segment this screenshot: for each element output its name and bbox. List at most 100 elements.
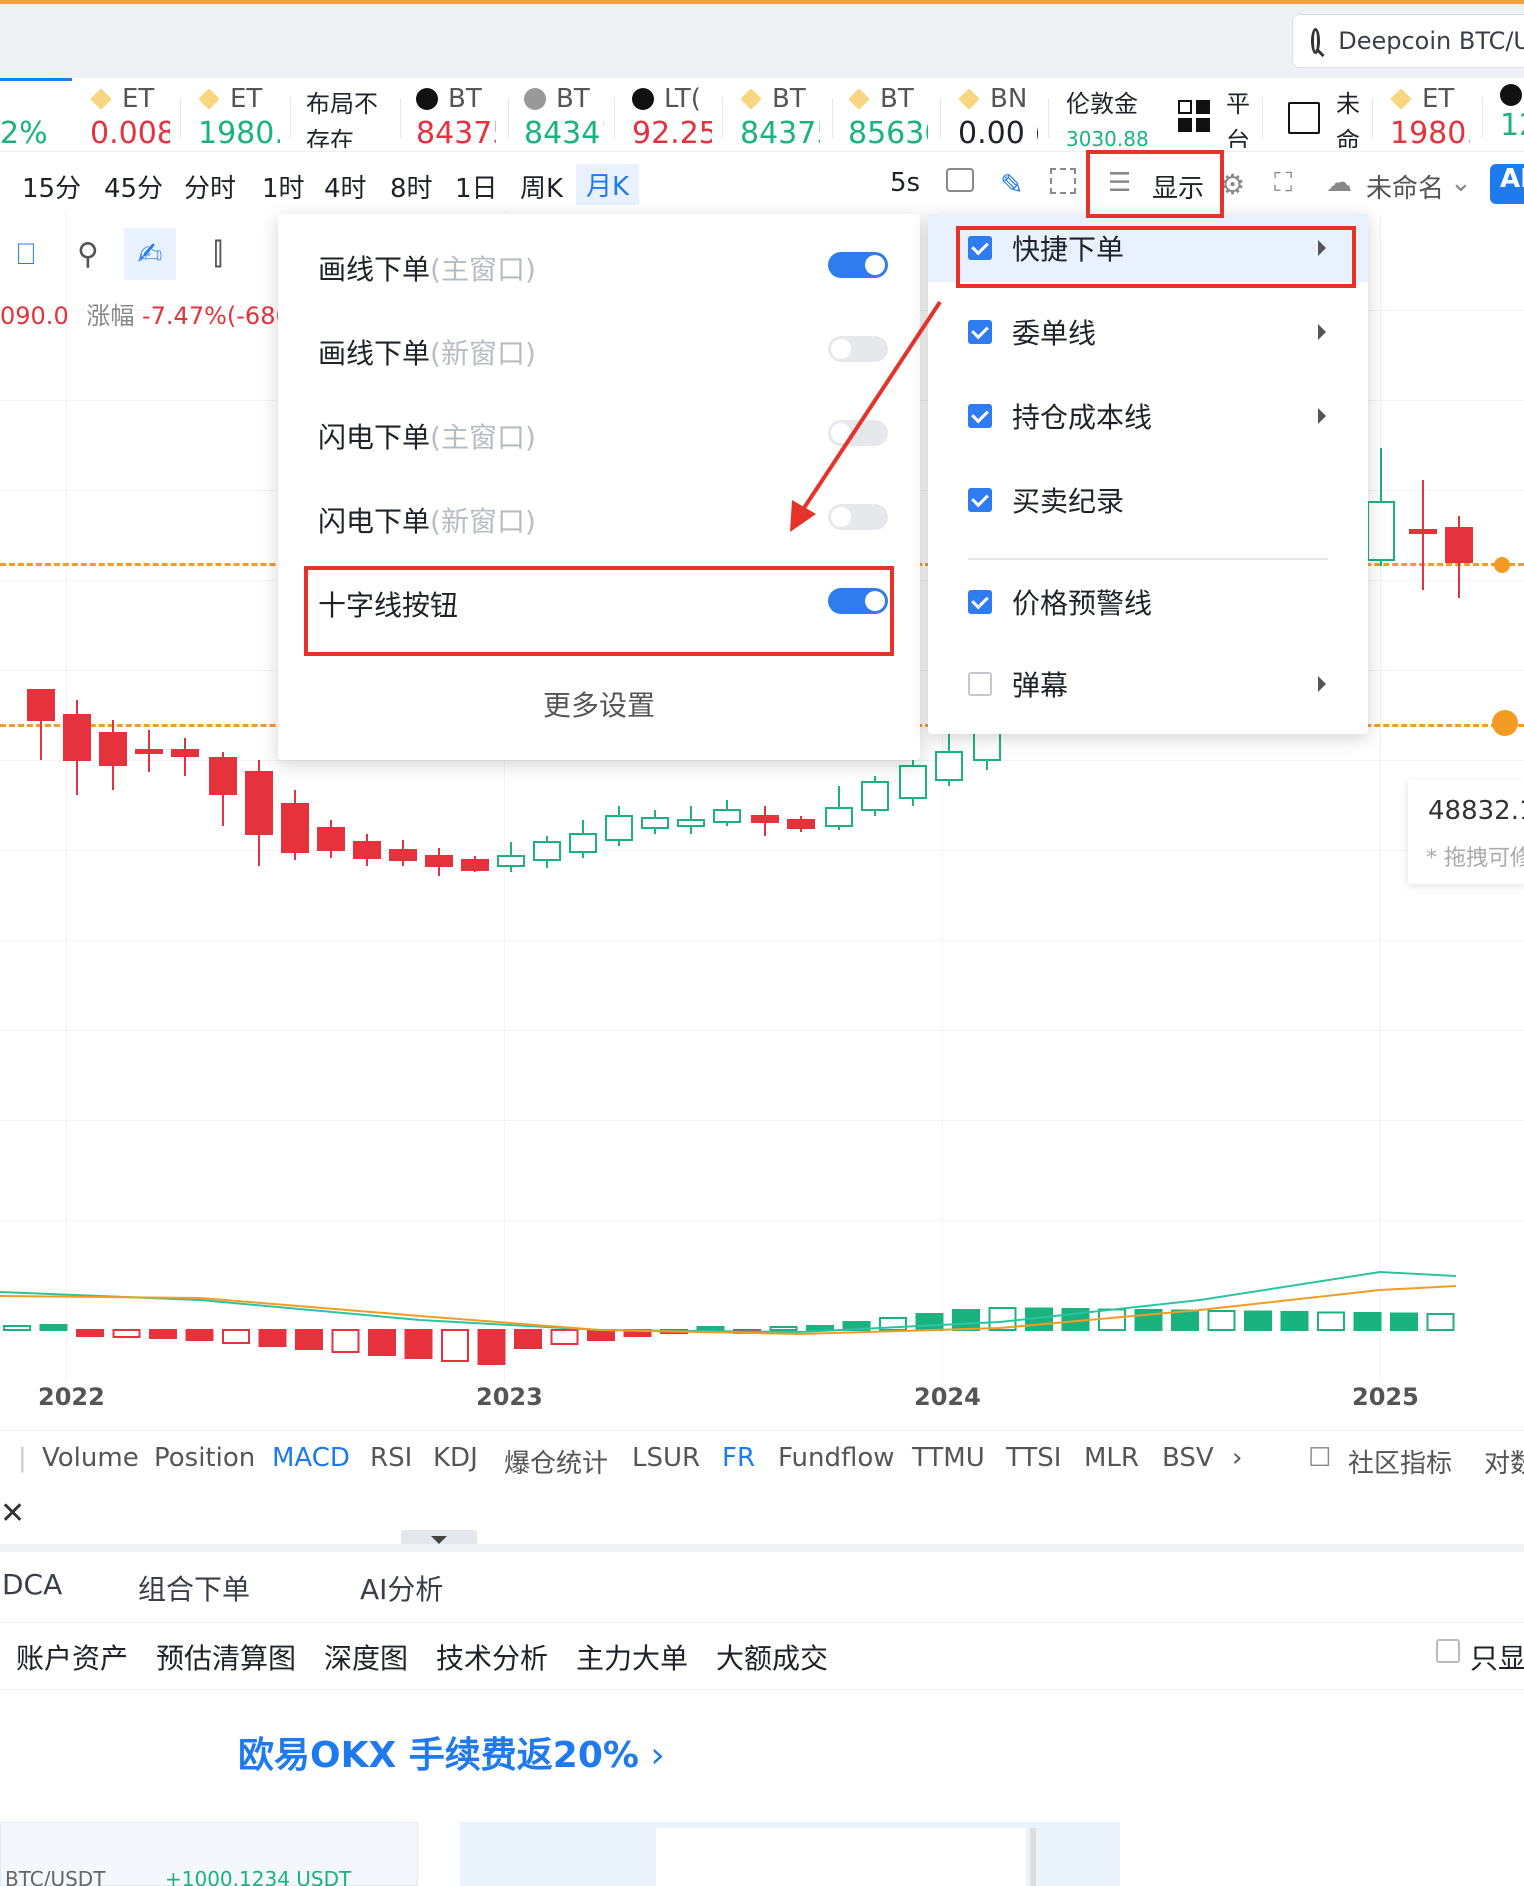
x-label: 2023 <box>476 1383 543 1411</box>
tab-liquidation-map[interactable]: 预估清算图 <box>156 1637 296 1677</box>
indicator-bsv[interactable]: BSV <box>1162 1443 1214 1473</box>
indicator-lsur[interactable]: LSUR <box>632 1443 700 1473</box>
candle-body <box>605 815 633 841</box>
indicator-macd[interactable]: MACD <box>272 1443 350 1473</box>
tab-large-trades[interactable]: 大额成交 <box>716 1637 828 1677</box>
x-label: 2022 <box>38 1383 105 1411</box>
display-item-price-alert[interactable]: 价格预警线 <box>928 568 1368 636</box>
macd-bar <box>1207 1310 1236 1331</box>
checkbox[interactable] <box>968 488 992 512</box>
macd-bar <box>3 1325 31 1331</box>
promo-banner[interactable]: 欧易OKX 手续费返20% › <box>238 1726 665 1778</box>
tab-combo-order[interactable]: 组合下单 <box>138 1568 250 1608</box>
display-item-trade-records[interactable]: 买卖纪录 <box>928 466 1368 534</box>
flash-order-new-toggle[interactable] <box>828 504 888 530</box>
tab-main-orders[interactable]: 主力大单 <box>576 1637 688 1677</box>
indicator-kdj[interactable]: KDJ <box>433 1443 478 1473</box>
candle-body <box>171 749 199 757</box>
flash-order-main-row[interactable]: 闪电下单(主窗口) <box>318 404 888 464</box>
candle-body <box>1409 529 1437 534</box>
draw-order-main-row[interactable]: 画线下单(主窗口) <box>318 236 888 296</box>
trade-card[interactable]: BTC/USDT +1000.1234 USDT <box>0 1822 418 1886</box>
tab-technical-analysis[interactable]: 技术分析 <box>436 1637 548 1677</box>
draw-tool-icon[interactable]: ✍ <box>124 228 176 280</box>
indicator-position[interactable]: Position <box>154 1443 255 1473</box>
candle-body <box>641 817 669 829</box>
indicator-rsi[interactable]: RSI <box>370 1443 412 1473</box>
community-indicators[interactable]: 社区指标 <box>1348 1443 1452 1480</box>
macd-bar <box>404 1329 433 1359</box>
candle-body <box>533 841 561 861</box>
chart-preview-card[interactable] <box>460 1822 1120 1886</box>
show-only-checkbox[interactable] <box>1436 1639 1460 1663</box>
draw-order-new-toggle[interactable] <box>828 336 888 362</box>
ruler-tool-icon[interactable]: ⚲ <box>62 228 114 280</box>
candle-body <box>281 803 309 853</box>
close-icon[interactable]: ✕ <box>0 1496 25 1531</box>
candle-body <box>677 819 705 827</box>
macd-bar <box>1098 1308 1126 1331</box>
indicator-ttsi[interactable]: TTSI <box>1006 1443 1061 1473</box>
candle-body <box>899 765 927 799</box>
candle-body <box>825 807 853 827</box>
display-item-danmaku[interactable]: 弹幕 <box>928 650 1368 718</box>
macd-dif-line <box>0 1270 1457 1334</box>
checkbox[interactable] <box>968 320 992 344</box>
macd-bar <box>368 1329 396 1356</box>
candle-body <box>209 757 237 795</box>
chevron-right-icon[interactable]: › <box>1232 1443 1242 1473</box>
price-change-line: 090.0 涨幅 -7.47%(-6866. <box>0 302 314 330</box>
candle-body <box>861 781 889 811</box>
macd-bar <box>258 1329 287 1347</box>
candle-body <box>99 732 127 766</box>
tab-depth-chart[interactable]: 深度图 <box>324 1637 408 1677</box>
indicator-volume[interactable]: Volume <box>42 1443 139 1473</box>
macd-bar <box>550 1329 579 1345</box>
checkbox[interactable] <box>968 672 992 696</box>
edit-icon[interactable]: ☐ <box>1308 1443 1331 1473</box>
frame-tool-icon[interactable]: ⎕ <box>0 228 52 280</box>
highlight-quick-order <box>956 226 1356 288</box>
macd-bar <box>441 1329 469 1362</box>
indicator-fr[interactable]: FR <box>722 1443 755 1473</box>
indicator-ttmu[interactable]: TTMU <box>912 1443 985 1473</box>
macd-bar <box>112 1329 141 1338</box>
log-scale-toggle[interactable]: 对数 <box>1484 1443 1524 1480</box>
macd-bar <box>806 1325 834 1331</box>
candle-body <box>389 849 417 861</box>
tab-ai-analysis[interactable]: AI分析 <box>360 1568 443 1608</box>
chevron-right-icon: › <box>638 1735 665 1776</box>
macd-bar <box>222 1329 250 1344</box>
checkbox[interactable] <box>968 590 992 614</box>
checkbox[interactable] <box>968 404 992 428</box>
indicator-liquidation[interactable]: 爆仓统计 <box>504 1443 608 1480</box>
display-item-order-line[interactable]: 委单线 <box>928 298 1368 366</box>
display-menu: 快捷下单 委单线 持仓成本线 买卖纪录 价格预警线 弹幕 <box>928 214 1368 734</box>
candle-body <box>425 855 453 867</box>
price-tooltip[interactable]: 48832.1 * 拖拽可修 <box>1408 780 1524 884</box>
macd-bar <box>587 1329 615 1341</box>
draw-order-main-toggle[interactable] <box>828 252 888 278</box>
x-label: 2024 <box>914 1383 981 1411</box>
macd-bar <box>915 1313 944 1331</box>
tab-account-assets[interactable]: 账户资产 <box>16 1637 128 1677</box>
macd-bar <box>769 1326 798 1331</box>
flash-order-main-toggle[interactable] <box>828 420 888 446</box>
flash-order-new-row[interactable]: 闪电下单(新窗口) <box>318 488 888 548</box>
display-item-cost-line[interactable]: 持仓成本线 <box>928 382 1368 450</box>
indicator-mlr[interactable]: MLR <box>1084 1443 1139 1473</box>
macd-bar <box>1390 1312 1418 1331</box>
candle-type-icon[interactable]: ⫿ <box>192 228 244 280</box>
macd-bar <box>514 1329 542 1349</box>
tab-dca[interactable]: DCA <box>2 1568 62 1601</box>
macd-bar <box>295 1329 323 1350</box>
draw-order-new-row[interactable]: 画线下单(新窗口) <box>318 320 888 380</box>
candle-body <box>787 819 815 829</box>
macd-bar <box>331 1329 360 1353</box>
macd-bar <box>39 1324 68 1331</box>
macd-bar <box>149 1329 177 1339</box>
order-settings-panel: 画线下单(主窗口) 画线下单(新窗口) 闪电下单(主窗口) 闪电下单(新窗口) … <box>278 214 920 760</box>
more-settings-link[interactable]: 更多设置 <box>278 684 920 724</box>
macd-bar <box>1426 1313 1455 1331</box>
indicator-fundflow[interactable]: Fundflow <box>778 1443 895 1473</box>
